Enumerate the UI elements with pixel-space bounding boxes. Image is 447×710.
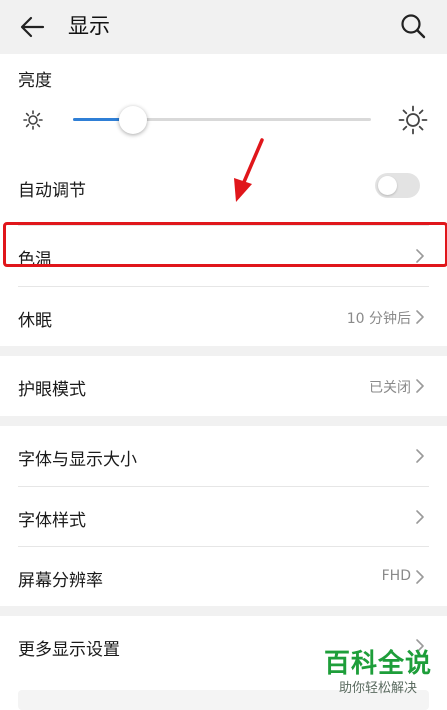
chevron-right-icon bbox=[416, 570, 424, 584]
sleep-row[interactable]: 休眠 10 分钟后 bbox=[0, 287, 447, 346]
font-display-size-row[interactable]: 字体与显示大小 bbox=[0, 426, 447, 486]
eye-comfort-value: 已关闭 bbox=[369, 380, 411, 396]
annotation-arrow-icon bbox=[234, 138, 264, 202]
chevron-right-icon bbox=[416, 379, 424, 393]
page-title: 显示 bbox=[68, 14, 110, 38]
header-bar: 显示 bbox=[0, 0, 447, 54]
color-temperature-highlight-box bbox=[3, 222, 447, 267]
resolution-value: FHD bbox=[381, 568, 411, 584]
sleep-value: 10 分钟后 bbox=[346, 311, 411, 327]
brightness-low-icon bbox=[23, 110, 43, 130]
sleep-label: 休眠 bbox=[18, 311, 52, 331]
watermark-logo: 百科全说 助你轻松解决 bbox=[318, 648, 438, 704]
toggle-knob bbox=[378, 176, 397, 195]
resolution-row[interactable]: 屏幕分辨率 FHD bbox=[0, 547, 447, 606]
brightness-slider-track[interactable] bbox=[73, 118, 371, 121]
font-style-label: 字体样式 bbox=[18, 511, 86, 531]
eye-comfort-label: 护眼模式 bbox=[18, 380, 86, 400]
chevron-right-icon bbox=[416, 510, 424, 524]
brightness-label: 亮度 bbox=[18, 71, 52, 91]
watermark-title: 百科全说 bbox=[323, 649, 432, 679]
resolution-label: 屏幕分辨率 bbox=[18, 571, 103, 591]
font-style-row[interactable]: 字体样式 bbox=[0, 487, 447, 546]
eye-comfort-row[interactable]: 护眼模式 已关闭 bbox=[0, 356, 447, 416]
more-display-settings-label: 更多显示设置 bbox=[18, 640, 120, 660]
watermark-subtitle: 助你轻松解决 bbox=[338, 681, 417, 696]
chevron-right-icon bbox=[416, 449, 424, 463]
auto-adjust-toggle[interactable] bbox=[375, 173, 420, 198]
font-display-size-label: 字体与显示大小 bbox=[18, 450, 137, 470]
brightness-high-icon bbox=[398, 105, 428, 135]
search-icon[interactable] bbox=[398, 11, 428, 41]
back-arrow-icon[interactable] bbox=[18, 12, 48, 42]
brightness-slider-thumb[interactable] bbox=[118, 106, 147, 134]
chevron-right-icon bbox=[416, 310, 424, 324]
auto-adjust-label: 自动调节 bbox=[18, 181, 86, 201]
